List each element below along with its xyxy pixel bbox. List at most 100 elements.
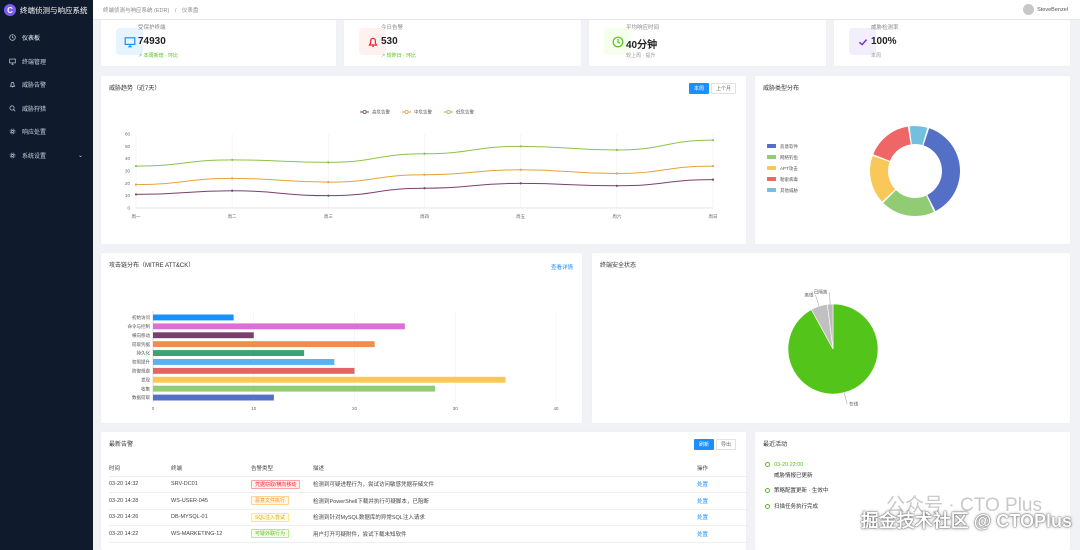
stat-value: 40分钟 (626, 40, 658, 51)
data-point (711, 178, 715, 181)
sidebar-item-label: 终端管理 (22, 59, 47, 66)
table-row[interactable]: 03-20 14:32 SRV-DC01 凭据窃取/横向移动 检测到可疑进程行为… (109, 476, 749, 493)
legend-swatch (767, 177, 776, 181)
y-tick-label: 横向移动 (132, 332, 150, 339)
status-badge: 恶意文件执行 (251, 496, 290, 506)
breadcrumb-item: 仪表盘 (181, 7, 199, 14)
user-menu[interactable]: SteveBenzel (1023, 4, 1068, 15)
legend-marker (362, 110, 367, 115)
endpoint-status-chart: 在线 离线已隔离 (787, 289, 879, 407)
column-header[interactable]: 操作 (697, 460, 749, 477)
export-button[interactable]: 导出 (715, 439, 736, 450)
data-point (327, 161, 330, 164)
sidebar-item-alerts[interactable]: 威胁告警 (0, 73, 93, 97)
cell-host: SRV-DC01 (171, 476, 251, 493)
breadcrumb-separator: / (174, 7, 177, 14)
alerts-toolbar: 刷新 导出 (693, 439, 736, 450)
timeline-dot-icon (765, 488, 770, 494)
x-tick-label: 周四 (420, 214, 429, 220)
y-tick-label: 数据窃取 (132, 394, 150, 401)
y-tick-label: 60 (125, 132, 131, 137)
data-point (231, 177, 234, 180)
cell-type: 恶意文件执行 (251, 492, 313, 510)
x-tick-label: 周日 (709, 214, 718, 220)
data-point (615, 184, 618, 187)
slice-label: 已隔离 (814, 289, 828, 296)
sidebar-item-dashboard[interactable]: 仪表板 (0, 26, 93, 50)
sidebar-item-hunting[interactable]: 威胁狩猎 (0, 97, 93, 121)
sidebar-item-label: 威胁狩猎 (22, 106, 47, 113)
bar (153, 367, 355, 374)
sidebar-item-label: 仪表板 (22, 36, 41, 43)
data-point (327, 194, 330, 197)
column-header[interactable]: 描述 (313, 460, 697, 477)
handle-link[interactable]: 处置 (697, 515, 708, 521)
column-header[interactable]: 告警类型 (251, 460, 313, 477)
status-badge: 凭据窃取/横向移动 (251, 479, 301, 489)
stat-value: 74930 (138, 36, 166, 47)
stat-card-detection-rate: 威胁检测率 100% 本周 (834, 20, 1070, 66)
column-header[interactable]: 终端 (171, 460, 251, 477)
stat-change: ↗ 较昨日 · 环比 (381, 53, 417, 59)
cell-host: WS-MARKETING-12 (171, 525, 251, 543)
brand: C 终端侦测与响应系统 (0, 0, 93, 20)
sidebar-item-response[interactable]: 响应处置 (0, 120, 93, 144)
endpoint-status-card: 终端安全状态 在线 离线 已隔离 (592, 253, 1070, 423)
legend-swatch (767, 144, 776, 148)
table-row[interactable]: 03-20 14:28 WS-USER-045 恶意文件执行 检测到PowerS… (109, 492, 749, 510)
data-point (519, 168, 522, 171)
donut-slice (883, 190, 934, 216)
bar (153, 394, 274, 401)
card-title: 最新告警 (109, 442, 134, 448)
stat-change: 本周 (871, 53, 882, 59)
x-tick-label: 30 (453, 406, 459, 411)
data-point (615, 172, 618, 175)
legend-swatch (767, 166, 776, 170)
monitor-icon (124, 36, 135, 47)
breadcrumb-item[interactable]: 终端侦测与响应系统 (EDR) (103, 8, 169, 14)
table-row[interactable]: 03-20 14:26 DB-MYSQL-01 SQL注入尝试 检测到针对MyS… (109, 509, 749, 526)
activity-item: 扫描任务执行完成 (765, 502, 818, 510)
monitor-icon (9, 58, 16, 65)
data-point (231, 189, 234, 192)
stat-change: ↗ 本周新增 · 环比 (138, 53, 179, 59)
handle-link[interactable]: 处置 (697, 532, 708, 538)
handle-link[interactable]: 处置 (697, 499, 708, 505)
bar (153, 341, 375, 348)
clock-icon (9, 34, 16, 41)
x-tick-label: 周三 (324, 214, 333, 220)
x-tick-label: 10 (251, 406, 257, 411)
latest-alerts-card: 最新告警 刷新 导出 时间 终端 告警类型 描述 操作 03-20 14:32 … (101, 432, 749, 550)
legend-label: 高危告警 (372, 109, 390, 116)
legend-label: 网络钓鱼 (780, 154, 798, 161)
y-tick-label: 窃取凭据 (132, 341, 150, 348)
y-tick-label: 40 (125, 156, 131, 161)
cell-op: 处置 (697, 509, 749, 526)
data-point (327, 181, 330, 184)
column-header[interactable]: 时间 (109, 460, 171, 477)
threat-trend-chart: 周一 周二 周三 周四 周五 周六 周日 0 10 20 30 40 50 60 高危告警 中危告警 低危告警 (125, 109, 718, 221)
donut-slice (873, 126, 911, 161)
app-logo: C (4, 4, 16, 16)
cell-type: SQL注入尝试 (251, 509, 313, 526)
bar (153, 385, 436, 392)
table-row[interactable]: 03-20 14:22 WS-MARKETING-12 可疑外联行为 用户打开可… (109, 525, 749, 543)
sidebar-item-endpoints[interactable]: 终端管理 (0, 50, 93, 74)
stat-change: 较上周 · 提升 (626, 53, 656, 59)
legend-marker (446, 110, 451, 115)
legend-label: 勒索病毒 (780, 176, 798, 183)
data-point (231, 158, 234, 161)
legend-label: 恶意软件 (780, 143, 798, 150)
y-tick-label: 收集 (141, 385, 150, 392)
bell-icon (9, 82, 16, 88)
user-name: SteveBenzel (1037, 6, 1068, 13)
refresh-button[interactable]: 刷新 (693, 439, 714, 450)
y-tick-label: 10 (125, 193, 131, 198)
cell-host: DB-MYSQL-01 (171, 509, 251, 526)
handle-link[interactable]: 处置 (697, 482, 708, 488)
cell-type: 凭据窃取/横向移动 (251, 476, 313, 493)
sidebar-item-settings[interactable]: 系统设置 ⌄ (0, 144, 93, 168)
chevron-down-icon[interactable]: ⌄ (78, 152, 83, 159)
legend-label: 低危告警 (456, 109, 474, 116)
activity-time: 03-20 22:00 (774, 462, 804, 468)
